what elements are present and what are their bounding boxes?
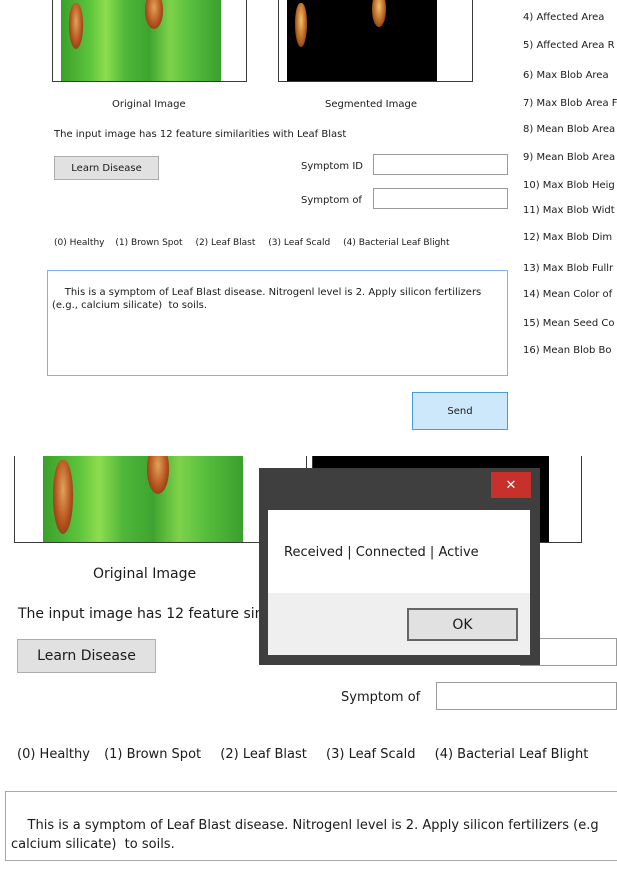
class-legend-zoomed: (0) Healthy (1) Brown Spot (2) Leaf Blas…	[17, 747, 588, 762]
feature-item: 8) Mean Blob Area	[523, 124, 616, 135]
class-healthy: (0) Healthy	[54, 238, 105, 248]
feature-item: 15) Mean Seed Co	[523, 318, 615, 329]
original-image	[52, 0, 247, 82]
message-text-zoomed: This is a symptom of Leaf Blast disease.…	[11, 818, 599, 852]
feature-item: 13) Max Blob Fullr	[523, 263, 614, 274]
symptom-of-field[interactable]	[373, 188, 508, 209]
ok-button[interactable]: OK	[407, 608, 518, 641]
feature-item: 10) Max Blob Heig	[523, 180, 615, 191]
feature-item: 6) Max Blob Area	[523, 70, 609, 81]
status-dialog: ✕ Received | Connected | Active OK	[259, 468, 540, 665]
feature-item: 5) Affected Area R	[523, 40, 615, 51]
dialog-close-button[interactable]: ✕	[491, 472, 531, 498]
class-legend: (0) Healthy (1) Brown Spot (2) Leaf Blas…	[54, 238, 450, 248]
symptom-of-label: Symptom of	[301, 195, 362, 206]
learn-disease-button[interactable]: Learn Disease	[54, 156, 159, 180]
message-text: This is a symptom of Leaf Blast disease.…	[52, 287, 485, 311]
symptom-of-label-zoomed: Symptom of	[341, 690, 421, 705]
similarity-text-zoomed: The input image has 12 feature simila	[18, 606, 285, 622]
class-leaf-scald: (3) Leaf Scald	[268, 238, 331, 248]
class-leaf-blast: (2) Leaf Blast	[195, 238, 256, 248]
class-bacterial-leaf-blight: (4) Bacterial Leaf Blight	[343, 238, 450, 248]
feature-item: 14) Mean Color of	[523, 289, 613, 300]
class-leaf-blast: (2) Leaf Blast	[220, 747, 307, 762]
feature-item: 4) Affected Area	[523, 12, 605, 23]
original-image-label-zoomed: Original Image	[93, 566, 197, 582]
message-textarea-zoomed[interactable]: This is a symptom of Leaf Blast disease.…	[5, 791, 617, 861]
dialog-footer: OK	[268, 593, 530, 655]
dialog-message: Received | Connected | Active	[284, 545, 479, 560]
segmented-image	[278, 0, 473, 82]
feature-item: 11) Max Blob Widt	[523, 205, 615, 216]
class-leaf-scald: (3) Leaf Scald	[326, 747, 416, 762]
close-icon: ✕	[505, 477, 517, 493]
ok-button-label: OK	[452, 616, 473, 633]
original-image-label: Original Image	[112, 99, 186, 110]
feature-item: 12) Max Blob Dim	[523, 232, 613, 243]
send-button[interactable]: Send	[412, 392, 508, 430]
segmented-image-label: Segmented Image	[325, 99, 417, 110]
symptom-id-field[interactable]	[373, 154, 508, 175]
feature-item: 9) Mean Blob Area	[523, 152, 616, 163]
symptom-of-field-zoomed[interactable]	[436, 682, 617, 710]
similarity-text: The input image has 12 feature similarit…	[54, 129, 347, 140]
dialog-body: Received | Connected | Active	[268, 510, 530, 593]
symptom-id-label: Symptom ID	[301, 161, 363, 172]
class-bacterial-leaf-blight: (4) Bacterial Leaf Blight	[434, 747, 589, 762]
feature-item: 7) Max Blob Area F	[523, 98, 617, 109]
send-button-label: Send	[447, 405, 473, 417]
class-brown-spot: (1) Brown Spot	[104, 747, 202, 762]
learn-disease-button-zoomed-label: Learn Disease	[37, 648, 136, 664]
class-healthy: (0) Healthy	[17, 747, 90, 762]
learn-disease-button-label: Learn Disease	[71, 162, 142, 174]
message-textarea[interactable]: This is a symptom of Leaf Blast disease.…	[47, 270, 508, 376]
learn-disease-button-zoomed[interactable]: Learn Disease	[17, 639, 156, 673]
feature-item: 16) Mean Blob Bo	[523, 345, 612, 356]
class-brown-spot: (1) Brown Spot	[115, 238, 183, 248]
